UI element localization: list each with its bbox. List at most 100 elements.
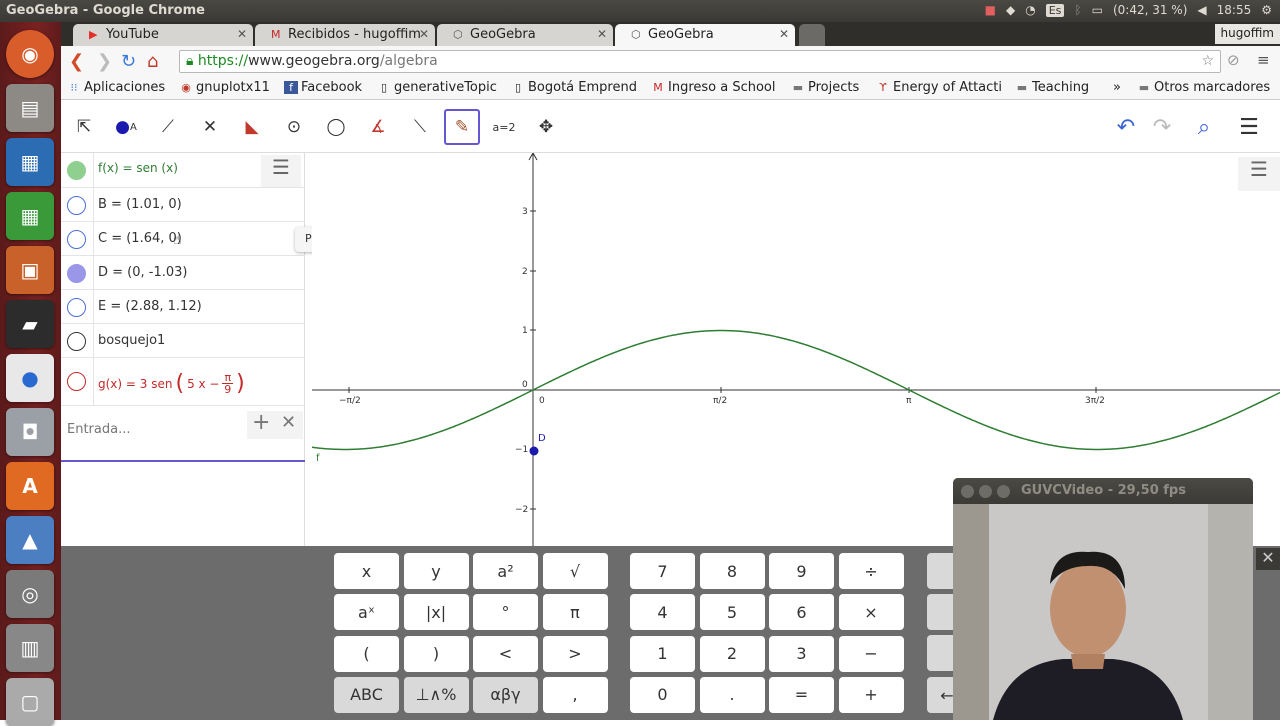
close-icon[interactable]: ✕: [281, 412, 296, 433]
key-right-3-2[interactable]: =: [769, 676, 834, 713]
app-icon[interactable]: ▥: [6, 624, 54, 672]
tab-gmail[interactable]: M Recibidos - hugoffim ✕: [255, 24, 435, 46]
key-right-0-3[interactable]: ÷: [838, 553, 904, 589]
key-right-2-3[interactable]: −: [838, 635, 904, 672]
algebra-menu-icon[interactable]: ☰: [261, 155, 301, 187]
key-left-2-2[interactable]: <: [473, 635, 538, 672]
visibility-toggle[interactable]: [67, 161, 86, 180]
key-right-0-0[interactable]: 7: [630, 553, 695, 589]
perpendicular-tool-icon[interactable]: ✕: [192, 109, 228, 145]
reload-icon[interactable]: ↻: [121, 51, 136, 72]
files-icon[interactable]: ▤: [6, 84, 54, 132]
algebra-row[interactable]: C = (1.64, 0) ☝: [61, 222, 305, 256]
bookmark-apps[interactable]: ⁝⁝ Aplicaciones: [67, 80, 166, 95]
line-tool-icon[interactable]: ⟋: [150, 109, 186, 145]
algebra-text[interactable]: C = (1.64, 0): [98, 231, 182, 246]
algebra-text[interactable]: E = (2.88, 1.12): [98, 299, 202, 314]
angle-tool-icon[interactable]: ∡: [360, 109, 396, 145]
slider-tool-icon[interactable]: a=2: [486, 109, 522, 145]
input-row[interactable]: + ✕: [61, 406, 305, 462]
ellipse-tool-icon[interactable]: ◯: [318, 109, 354, 145]
url-bar[interactable]: 🔒︎ https://www.geogebra.org/algebra ☆: [179, 50, 1221, 73]
key-right-2-2[interactable]: 3: [769, 635, 834, 672]
bookmark-facebook[interactable]: f Facebook: [284, 80, 362, 95]
key-left-1-1[interactable]: |x|: [403, 594, 469, 631]
close-window-icon[interactable]: [961, 485, 974, 498]
key-left-1-0[interactable]: aˣ: [334, 594, 399, 631]
algebra-row[interactable]: D = (0, -1.03): [61, 256, 305, 290]
bluetooth-icon[interactable]: ᛒ: [1074, 3, 1081, 17]
key-right-2-1[interactable]: 2: [699, 635, 765, 672]
close-icon[interactable]: ✕: [419, 27, 429, 41]
dropbox-icon[interactable]: ◆: [1006, 3, 1015, 17]
bookmark-school[interactable]: M Ingreso a School: [651, 80, 777, 95]
algebra-row[interactable]: B = (1.01, 0): [61, 188, 305, 222]
key-left-0-2[interactable]: a²: [473, 553, 538, 589]
app-icon[interactable]: ▲: [6, 516, 54, 564]
bookmark-generative[interactable]: ▯ generativeTopic: [377, 80, 497, 95]
tab-geogebra-active[interactable]: ⬡ GeoGebra ✕: [615, 24, 795, 46]
home-icon[interactable]: ⌂: [147, 51, 158, 72]
algebra-text[interactable]: g(x) = 3 sen ( 5 x − π 9 ): [98, 371, 245, 396]
software-center-icon[interactable]: A: [6, 462, 54, 510]
battery-icon[interactable]: ▭: [1092, 3, 1103, 17]
move-tool-icon[interactable]: ⇱: [66, 109, 102, 145]
move-view-tool-icon[interactable]: ✥: [528, 109, 564, 145]
camera-indicator-icon[interactable]: ■: [985, 3, 996, 17]
tab-geogebra[interactable]: ⬡ GeoGebra ✕: [437, 24, 613, 46]
key-left-3-2[interactable]: αβγ: [473, 676, 538, 713]
star-icon[interactable]: ☆: [1201, 53, 1214, 69]
menu-icon[interactable]: ☰: [1231, 109, 1267, 145]
visibility-toggle[interactable]: [67, 372, 86, 391]
bookmark-teaching[interactable]: ▬ Teaching: [1015, 80, 1089, 95]
key-right-1-1[interactable]: 5: [699, 594, 765, 631]
visibility-toggle[interactable]: [67, 264, 86, 283]
close-keyboard-icon[interactable]: ✕: [1256, 548, 1280, 570]
volume-icon[interactable]: ◀: [1197, 3, 1206, 17]
clock[interactable]: 18:55: [1217, 3, 1252, 17]
gear-icon[interactable]: ⚙: [1261, 3, 1272, 17]
webcam-window[interactable]: GUVCVideo - 29,50 fps: [953, 478, 1253, 720]
reflect-tool-icon[interactable]: ⟍: [402, 109, 438, 145]
key-left-2-1[interactable]: ): [403, 635, 469, 672]
chrome-icon[interactable]: ●: [6, 354, 54, 402]
undo-icon[interactable]: ↶: [1108, 109, 1144, 145]
key-right-2-0[interactable]: 1: [630, 635, 695, 672]
forward-icon[interactable]: ❯: [97, 51, 112, 72]
key-right-3-3[interactable]: +: [838, 676, 904, 713]
key-left-1-3[interactable]: π: [542, 594, 608, 631]
algebra-text[interactable]: B = (1.01, 0): [98, 197, 182, 212]
algebra-text[interactable]: f(x) = sen (x): [98, 161, 178, 175]
key-right-1-3[interactable]: ×: [838, 594, 904, 631]
ubuntu-dash-icon[interactable]: ◉: [6, 30, 54, 78]
writer-icon[interactable]: ▦: [6, 138, 54, 186]
close-icon[interactable]: ✕: [237, 27, 247, 41]
minimize-window-icon[interactable]: [979, 485, 992, 498]
tab-youtube[interactable]: ▶ YouTube ✕: [73, 24, 253, 46]
graphics-style-bar-icon[interactable]: ☰: [1238, 157, 1280, 191]
algebra-row[interactable]: E = (2.88, 1.12): [61, 290, 305, 324]
app-icon[interactable]: ◎: [6, 570, 54, 618]
redo-icon[interactable]: ↷: [1144, 109, 1180, 145]
bookmark-energy[interactable]: ϒ Energy of Attacti: [876, 80, 1004, 95]
visibility-toggle[interactable]: [67, 230, 86, 249]
close-icon[interactable]: ✕: [597, 27, 607, 41]
visibility-toggle[interactable]: [67, 332, 86, 351]
polygon-tool-icon[interactable]: ◣: [234, 109, 270, 145]
algebra-text[interactable]: bosquejo1: [98, 333, 165, 348]
key-right-0-1[interactable]: 8: [699, 553, 765, 589]
point-d[interactable]: [529, 446, 539, 456]
profile-button[interactable]: hugoffim: [1214, 24, 1280, 44]
bookmark-other[interactable]: ▬ Otros marcadores: [1137, 80, 1280, 95]
chrome-menu-icon[interactable]: ≡: [1257, 51, 1270, 69]
camera-app-icon[interactable]: ◘: [6, 408, 54, 456]
terminal-icon[interactable]: ▰: [6, 300, 54, 348]
add-icon[interactable]: +: [252, 410, 270, 435]
bookmarks-overflow[interactable]: »: [1113, 80, 1121, 95]
circle-tool-icon[interactable]: ⊙: [276, 109, 312, 145]
bookmark-gnuplot[interactable]: ◉ gnuplotx11: [179, 80, 270, 95]
impress-icon[interactable]: ▣: [6, 246, 54, 294]
key-left-3-0[interactable]: ABC: [334, 676, 399, 713]
visibility-toggle[interactable]: [67, 298, 86, 317]
calc-icon[interactable]: ▦: [6, 192, 54, 240]
